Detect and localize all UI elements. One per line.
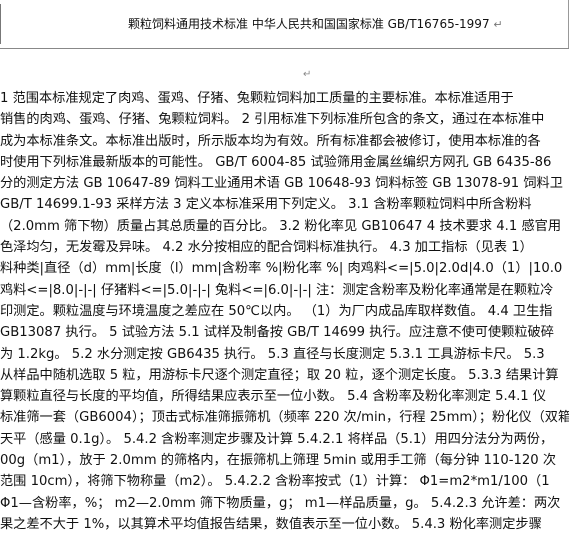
text-line: 销售的肉鸡、蛋鸡、仔猪、兔颗粒饲料。 2 引用标准下列标准所包含的条文，通过在本… <box>0 112 545 128</box>
text-line: GB13087 执行。 5 试验方法 5.1 试样及制备按 GB/T 14699… <box>0 325 554 341</box>
text-line: 色泽均匀，无发霉及异味。 4.2 水分按相应的配合饲料标准执行。 4.3 加工指… <box>0 240 533 256</box>
text-line: 果之差不大于 1%，以其算术平均值报告结果，数值表示至一位小数。 5.4.3 粉… <box>0 516 542 532</box>
text-line: 成为本标准条文。本标准出版时，所示版本均为有效。所有标准都会被修订，使用本标准的… <box>0 133 541 149</box>
text-line: 范围 10cm），将筛下物称量（m2）。 5.4.2.2 含粉率按式（1）计算：… <box>0 474 550 490</box>
body-text[interactable]: 1 范围本标准规定了肉鸡、蛋鸡、仔猪、兔颗粒饲料加工质量的主要标准。本标准适用于… <box>0 88 569 533</box>
text-line: 为 1.2kg。 5.2 水分测定按 GB6435 执行。 5.3 直径与长度测… <box>0 346 545 362</box>
return-mark-icon: ↵ <box>493 18 503 31</box>
text-line: 1 范围本标准规定了肉鸡、蛋鸡、仔猪、兔颗粒饲料加工质量的主要标准。本标准适用于 <box>0 91 514 106</box>
page-header: 颗粒饲料通用技术标准 中华人民共和国国家标准 GB/T16765-1997 ↵ <box>0 0 569 49</box>
text-line: GB/T 14699.1-93 采样方法 3 定义本标准采用下列定义。 3.1 … <box>0 197 532 213</box>
text-line: 算颗粒直径与长度的平均值，所得结果应表示至一位小数。 5.4 含粉率及粉化率测定… <box>0 389 547 405</box>
crop-mark-left <box>0 4 1 44</box>
text-line: 从样品中随机选取 5 粒，用游标卡尺逐个测定直径；取 20 粒，逐个测定长度。 … <box>0 367 559 383</box>
text-line: 时使用下列标准最新版本的可能性。 GB/T 6004-85 试验筛用金属丝编织方… <box>0 154 552 170</box>
text-line: 分的测定方法 GB 10647-89 饲料工业通用术语 GB 10648-93 … <box>0 176 563 192</box>
header-title-text: 颗粒饲料通用技术标准 中华人民共和国国家标准 GB/T16765-1997 <box>128 17 490 31</box>
text-line: 天平（感量 0.1g）。 5.4.2 含粉率测定步骤及计算 5.4.2.1 将样… <box>0 431 554 447</box>
header-title: 颗粒饲料通用技术标准 中华人民共和国国家标准 GB/T16765-1997 ↵ <box>128 15 503 32</box>
text-line: 料种类|直径（d）mm|长度（l）mm|含粉率 %|粉化率 %| 肉鸡料<=|5… <box>0 261 569 277</box>
text-line: 标准筛一套（GB6004）；顶击式标准筛振筛机（频率 220 次/min，行程 … <box>0 410 569 426</box>
text-line: 00g（m1），放于 2.0mm 的筛格内，在振筛机上筛理 5min 或用手工筛… <box>0 453 557 469</box>
document-page: 颗粒饲料通用技术标准 中华人民共和国国家标准 GB/T16765-1997 ↵ … <box>0 0 569 533</box>
paragraph-mark-icon: ↵ <box>303 69 312 80</box>
text-line: 印测定。颗粒温度与环境温度之差应在 50℃以内。 （1）为厂内成品库取样数值。 … <box>0 303 553 319</box>
text-line: 鸡料<=|8.0|-|-| 仔猪料<=|5.0|-|-| 兔料<=|6.0|-|… <box>0 282 554 298</box>
text-line: Φ1—含粉率，%； m2—2.0mm 筛下物质量，g； m1—样品质量，g。 5… <box>0 495 561 511</box>
text-line: （2.0mm 筛下物）质量占其总质量的百分比。 3.2 粉化率见 GB10647… <box>0 218 562 234</box>
